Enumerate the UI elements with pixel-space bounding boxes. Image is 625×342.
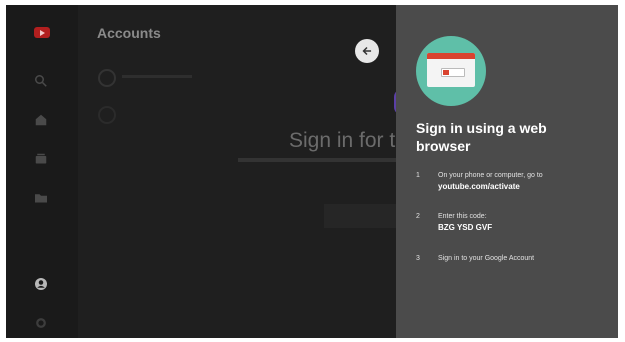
search-icon[interactable]	[32, 72, 50, 90]
activate-url: youtube.com/activate	[438, 182, 520, 191]
page-title: Accounts	[97, 25, 161, 41]
home-icon[interactable]	[32, 111, 50, 129]
left-rail	[6, 5, 78, 338]
sign-in-heading-dim: Sign in for tl	[289, 129, 400, 152]
library-icon[interactable]	[32, 189, 50, 207]
accounts-background: Accounts Sign in for tl	[78, 5, 408, 338]
step-text: On your phone or computer, go to	[438, 172, 543, 179]
sign-in-panel: Sign in using a web browser 1 On your ph…	[396, 5, 618, 338]
step-text: Enter this code:	[438, 213, 487, 220]
panel-heading: Sign in using a web browser	[416, 120, 547, 154]
step-text: Sign in to your Google Account	[438, 255, 535, 262]
activation-code: BZG YSD GVF	[438, 223, 493, 232]
step-number: 1	[416, 172, 420, 179]
back-arrow-icon	[362, 46, 372, 56]
tv-screen: Accounts Sign in for tl Sign in using a …	[6, 5, 618, 338]
step-number: 2	[416, 213, 420, 220]
settings-icon[interactable]	[32, 314, 50, 332]
step-number: 3	[416, 255, 420, 262]
account-row	[98, 69, 218, 87]
back-button[interactable]	[355, 39, 379, 63]
browser-illustration-icon	[416, 36, 486, 106]
youtube-logo-icon[interactable]	[34, 27, 50, 38]
subscriptions-icon[interactable]	[32, 150, 50, 168]
sign-in-subtext-dim	[238, 158, 398, 162]
sign-in-button-dim	[324, 204, 404, 228]
account-icon[interactable]	[32, 275, 50, 293]
account-row	[98, 106, 116, 124]
